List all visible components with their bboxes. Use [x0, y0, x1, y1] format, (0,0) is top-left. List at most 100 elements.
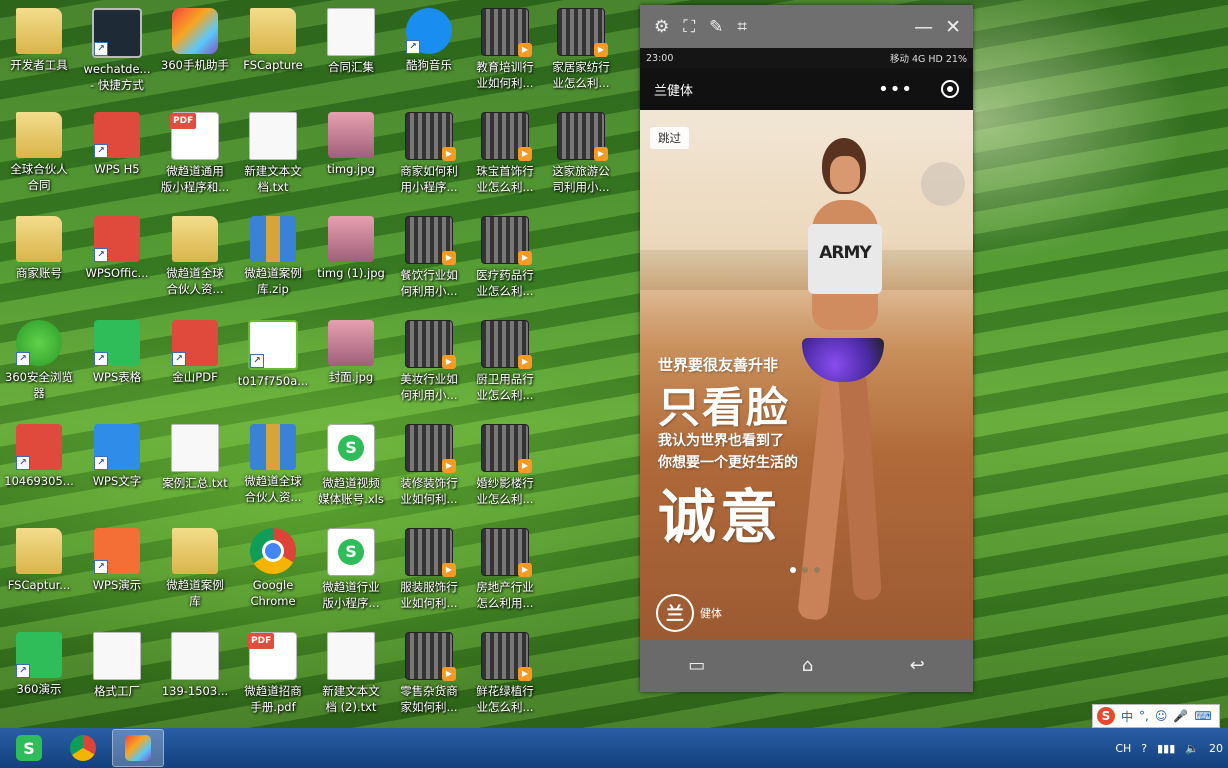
desktop-icon[interactable]: 新建文本文 档 (2).txt — [312, 628, 390, 715]
desktop-icon[interactable]: 格式工厂 — [78, 628, 156, 699]
emulator-toolbar: ⚙ ⛶ ✎ ⌗ — ✕ — [640, 5, 973, 48]
desktop-icon[interactable]: 全球合伙人 合同 — [0, 108, 78, 193]
taskbar-chrome[interactable] — [58, 730, 108, 766]
desktop-icon-label: 房地产行业 怎么利用... — [476, 580, 534, 610]
desktop-icon[interactable]: 360手机助手 — [156, 4, 234, 73]
desktop-icon[interactable]: 案例汇总.txt — [156, 420, 234, 491]
desktop-icon[interactable]: ▶ 服装服饰行 业如何利... — [390, 524, 468, 611]
desktop-icon[interactable]: 微趋道案例 库.zip — [234, 212, 312, 297]
home-icon[interactable]: ⌂ — [802, 655, 813, 676]
exit-icon[interactable] — [941, 80, 959, 98]
desktop-icon[interactable]: 微趋道全球 合伙人资... — [156, 212, 234, 297]
clock[interactable]: 20 — [1209, 742, 1223, 755]
desktop-icon[interactable]: FSCapture — [234, 4, 312, 73]
desktop-icon[interactable]: ↗ WPSOffic... — [78, 212, 156, 281]
desktop-icon[interactable]: 微趋道视频 媒体账号.xls — [312, 420, 390, 507]
desktop-icon[interactable]: ▶ 教育培训行 业如何利... — [466, 4, 544, 91]
file-icon: ↗ — [406, 8, 452, 54]
desktop-icon[interactable]: ▶ 美妆行业如 何利用小... — [390, 316, 468, 403]
desktop-icon[interactable]: ↗ 金山PDF — [156, 316, 234, 385]
desktop-icon[interactable]: ▶ 珠宝首饰行 业怎么利... — [466, 108, 544, 195]
desktop-icon[interactable]: FSCaptur... — [0, 524, 78, 593]
help-icon[interactable]: ? — [1141, 742, 1147, 755]
desktop-icon[interactable]: ↗ WPS文字 — [78, 420, 156, 489]
desktop-icon[interactable]: ↗ 360安全浏览 器 — [0, 316, 78, 401]
desktop-icon[interactable]: ↗ WPS演示 — [78, 524, 156, 593]
desktop-icon[interactable]: timg (1).jpg — [312, 212, 390, 281]
desktop-icon-label: 微趋道全球 合伙人资... — [166, 266, 224, 296]
desktop-icon[interactable]: ▶ 家居家纺行 业怎么利... — [542, 4, 620, 91]
desktop-icon-label: timg (1).jpg — [317, 266, 385, 280]
desktop-icon[interactable]: ▶ 商家如何利 用小程序... — [390, 108, 468, 195]
desktop-icon[interactable]: 新建文本文 档.txt — [234, 108, 312, 195]
skip-button[interactable]: 跳过 — [650, 127, 689, 149]
dot[interactable] — [790, 567, 796, 573]
file-icon — [171, 424, 219, 472]
recent-apps-icon[interactable]: ▭ — [688, 655, 705, 676]
desktop-icon[interactable]: 商家账号 — [0, 212, 78, 281]
desktop-icon[interactable]: ▶ 零售杂货商 家如何利... — [390, 628, 468, 715]
desktop-icon-label: 装修装饰行 业如何利... — [400, 476, 458, 506]
taskbar-360[interactable] — [112, 729, 164, 767]
desktop-icon[interactable]: ↗ t017f750a... — [234, 316, 312, 389]
desktop-icon[interactable]: ▶ 房地产行业 怎么利用... — [466, 524, 544, 611]
file-icon: ▶ — [405, 216, 456, 265]
file-icon: ↗ — [94, 424, 140, 470]
desktop-icon[interactable]: ↗ 360演示 — [0, 628, 78, 697]
desktop-icon-label: 教育培训行 业如何利... — [476, 60, 534, 90]
desktop-icon[interactable]: 139-1503... — [156, 628, 234, 699]
desktop-icon[interactable]: ▶ 婚纱影楼行 业怎么利... — [466, 420, 544, 507]
desktop-icon[interactable]: 封面.jpg — [312, 316, 390, 385]
desktop-icon[interactable]: ▶ 餐饮行业如 何利用小... — [390, 212, 468, 299]
desktop-icon[interactable]: ↗ wechatde... - 快捷方式 — [78, 4, 156, 93]
emoji-icon[interactable]: ☺ — [1155, 709, 1168, 723]
crop-icon[interactable]: ⌗ — [737, 17, 747, 37]
pen-icon[interactable]: ✎ — [709, 17, 723, 37]
desktop-icon[interactable]: 微趋道通用 版小程序和... — [156, 108, 234, 195]
volume-icon[interactable]: 🔈 — [1185, 742, 1199, 755]
desktop-icon[interactable]: 开发者工具 — [0, 4, 78, 73]
floating-circle[interactable] — [921, 162, 965, 206]
desktop-icon[interactable]: 微趋道招商 手册.pdf — [234, 628, 312, 715]
desktop-icon[interactable]: 合同汇集 — [312, 4, 390, 75]
keyboard-icon[interactable]: ⌨ — [1194, 709, 1211, 723]
desktop-icon[interactable]: 微趋道案例 库 — [156, 524, 234, 609]
desktop-icon-label: 鲜花绿植行 业怎么利... — [476, 684, 534, 714]
desktop-icon[interactable]: ▶ 鲜花绿植行 业怎么利... — [466, 628, 544, 715]
close-icon[interactable]: ✕ — [945, 16, 961, 38]
network-icon[interactable]: ▮▮▮ — [1157, 742, 1175, 755]
fullscreen-icon[interactable]: ⛶ — [683, 17, 695, 37]
desktop-icon[interactable]: ▶ 这家旅游公 司利用小... — [542, 108, 620, 195]
desktop-icon[interactable]: ↗ 10469305... — [0, 420, 78, 489]
desktop-icon[interactable]: 微趋道行业 版小程序... — [312, 524, 390, 611]
desktop-icon[interactable]: ▶ 医疗药品行 业怎么利... — [466, 212, 544, 299]
start-icon: S — [16, 735, 42, 761]
gear-icon[interactable]: ⚙ — [654, 17, 669, 37]
desktop-icon[interactable]: Google Chrome — [234, 524, 312, 609]
minimize-icon[interactable]: — — [914, 16, 933, 38]
desktop-icon[interactable]: ↗ WPS表格 — [78, 316, 156, 385]
file-icon — [328, 216, 374, 262]
dot[interactable] — [814, 567, 820, 573]
desktop-icon[interactable]: ↗ WPS H5 — [78, 108, 156, 177]
desktop-icon[interactable]: timg.jpg — [312, 108, 390, 177]
sogou-icon[interactable]: S — [1097, 707, 1115, 725]
desktop-icon[interactable]: 微趋道全球 合伙人资... — [234, 420, 312, 505]
desktop-icon-label: 开发者工具 — [10, 58, 68, 72]
dot[interactable] — [802, 567, 808, 573]
more-icon[interactable]: ••• — [878, 79, 913, 100]
mic-icon[interactable]: 🎤 — [1173, 709, 1188, 723]
desktop: 开发者工具 ↗ wechatde... - 快捷方式 360手机助手 FSCapture… — [0, 0, 640, 728]
file-icon — [250, 216, 296, 262]
lang-indicator[interactable]: CH — [1115, 742, 1131, 755]
shortcut-icon: ↗ — [94, 248, 108, 262]
desktop-icon[interactable]: ↗ 酷狗音乐 — [390, 4, 468, 73]
ime-toolbar: S 中 °, ☺ 🎤 ⌨ — [1092, 704, 1220, 728]
ime-item[interactable]: 中 — [1121, 708, 1133, 725]
back-icon[interactable]: ↩ — [910, 655, 925, 676]
desktop-icon[interactable]: ▶ 装修装饰行 业如何利... — [390, 420, 468, 507]
ime-item[interactable]: °, — [1139, 709, 1149, 723]
slogan-line-3: 我认为世界也看到了 — [658, 433, 784, 449]
desktop-icon[interactable]: ▶ 厨卫用品行 业怎么利... — [466, 316, 544, 403]
taskbar-start[interactable]: S — [4, 730, 54, 766]
